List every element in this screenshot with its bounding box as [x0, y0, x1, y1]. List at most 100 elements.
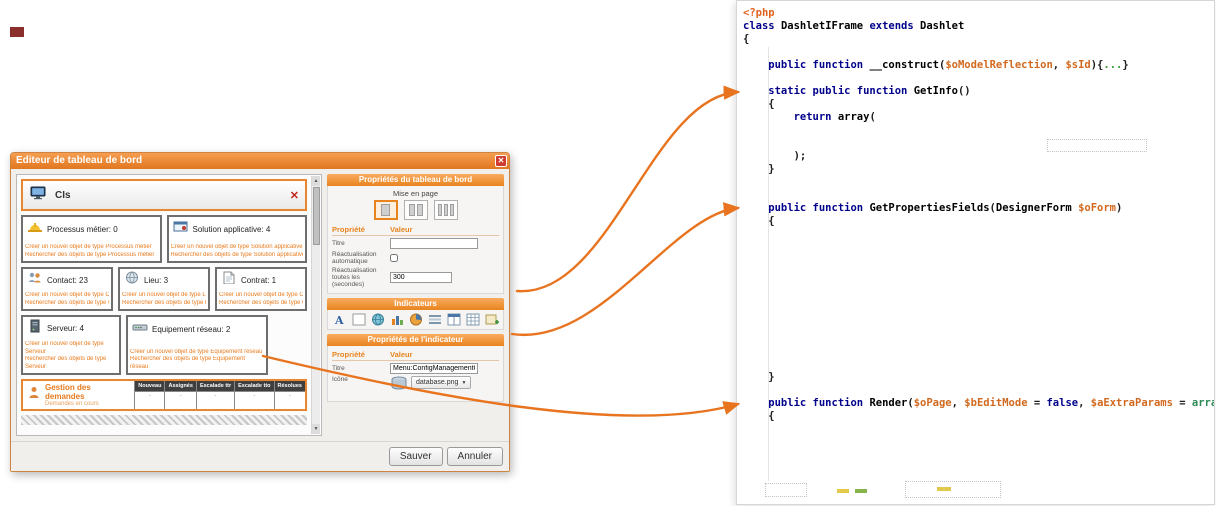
cancel-button[interactable]: Annuler: [447, 447, 503, 466]
code-line: [743, 423, 1214, 436]
close-icon[interactable]: ✕: [495, 155, 507, 167]
hardhat-icon: [27, 220, 43, 238]
scroll-up-icon[interactable]: ▲: [312, 176, 320, 186]
preview-scrollbar[interactable]: ▲ ▼: [311, 176, 320, 434]
yellow-mark-artifact: [937, 487, 951, 491]
location-icon: [124, 271, 140, 289]
auto-refresh-label: Réactualisation automatique: [332, 251, 390, 265]
create-link[interactable]: Créer un nouvel objet de type Lieu: [122, 292, 206, 300]
request-status-column: Nouveau-: [134, 381, 164, 409]
code-line: }: [743, 371, 1214, 384]
pie-chart-dashlet-icon[interactable]: [407, 312, 424, 327]
tile-contrat[interactable]: Contrat: 1Créer un nouvel objet de type …: [215, 267, 307, 311]
layout-label: Mise en page: [332, 189, 499, 198]
screenshot-root: Editeur de tableau de bord ✕ CIs ✕ Proce…: [0, 0, 1216, 506]
web-dashlet-icon[interactable]: [369, 312, 386, 327]
code-line: [743, 345, 1214, 358]
bar-chart-dashlet-icon[interactable]: [388, 312, 405, 327]
code-line: static public function GetInfo(): [743, 85, 1214, 98]
tile-solution-applicative[interactable]: Solution applicative: 4Créer un nouvel o…: [167, 215, 308, 263]
requests-group-left: Gestion des demandes Demandes en cours: [23, 381, 134, 409]
column-header: Résolues: [275, 381, 305, 392]
table-dashlet-icon[interactable]: [464, 312, 481, 327]
badge-dashlet-icon[interactable]: [483, 312, 500, 327]
code-line: [743, 384, 1214, 397]
cis-group-tile[interactable]: CIs ✕: [21, 179, 307, 211]
remove-group-icon[interactable]: ✕: [290, 189, 299, 202]
search-link[interactable]: Rechercher des objets de type Equipement…: [130, 356, 264, 371]
dialog-titlebar[interactable]: Editeur de tableau de bord ✕: [11, 153, 509, 169]
code-line: [743, 176, 1214, 189]
dashboard-properties-header: Propriétés du tableau de bord: [327, 174, 504, 186]
request-status-column: Escalade ttr-: [196, 381, 234, 409]
indicator-properties-header: Propriétés de l'indicateur: [327, 334, 504, 346]
text-dashlet-icon[interactable]: A: [331, 312, 348, 327]
icon-dropdown[interactable]: database.png ▼: [411, 376, 471, 389]
save-button[interactable]: Sauver: [389, 447, 443, 466]
tile-lieu[interactable]: Lieu: 3Créer un nouvel objet de type Lie…: [118, 267, 210, 311]
requests-group-tile[interactable]: Gestion des demandes Demandes en cours N…: [21, 379, 307, 411]
create-link[interactable]: Créer un nouvel objet de type Serveur: [25, 341, 117, 356]
blank-dashlet-icon[interactable]: [350, 312, 367, 327]
scroll-down-icon[interactable]: ▼: [312, 424, 320, 434]
tile-label: Contact: 23: [47, 276, 88, 285]
refresh-seconds-input[interactable]: [390, 272, 452, 283]
indicators-section: Indicateurs A: [327, 298, 504, 330]
indicator-title-input[interactable]: [390, 363, 478, 374]
code-line: [743, 46, 1214, 59]
request-status-column: Résolues-: [274, 381, 305, 409]
scrollbar-thumb[interactable]: [313, 187, 320, 245]
columns-dashlet-icon[interactable]: [445, 312, 462, 327]
code-line: [743, 436, 1214, 449]
property-table-header: Propriété Valeur: [332, 224, 499, 236]
dashboard-title-input[interactable]: [390, 238, 478, 249]
property-column-label: Propriété: [332, 350, 390, 359]
search-link[interactable]: Rechercher des objets de type Processus …: [25, 252, 158, 260]
code-line: {: [743, 98, 1214, 111]
refresh-seconds-label: Réactualisation toutes les (secondes): [332, 267, 390, 288]
database-icon: [390, 376, 408, 396]
auto-refresh-checkbox[interactable]: [390, 254, 398, 262]
value-column-label: Valeur: [390, 350, 413, 359]
layout-option-one-column[interactable]: [374, 200, 398, 220]
list-dashlet-icon[interactable]: [426, 312, 443, 327]
contract-icon: [221, 271, 237, 289]
create-link[interactable]: Créer un nouvel objet de type Contrat: [219, 292, 303, 300]
tile-label: Serveur: 4: [47, 324, 84, 333]
property-column-label: Propriété: [332, 225, 390, 234]
code-line: [743, 241, 1214, 254]
column-header: Nouveau: [135, 381, 164, 392]
green-mark-artifact: [855, 489, 867, 493]
tile-label: Processus métier: 0: [47, 225, 118, 234]
dashboard-editor-dialog: Editeur de tableau de bord ✕ CIs ✕ Proce…: [10, 152, 510, 472]
code-placeholder-artifact: [905, 481, 1001, 498]
tile-processus-metier[interactable]: Processus métier: 0 Créer un nouvel objet…: [21, 215, 162, 263]
code-line: [743, 306, 1214, 319]
create-link[interactable]: Créer un nouvel objet de type Equipement…: [130, 349, 264, 357]
code-editor[interactable]: <?phpclass DashletIFrame extends Dashlet…: [736, 0, 1215, 505]
search-link[interactable]: Rechercher des objets de type Solution a…: [171, 252, 304, 260]
layout-option-three-columns[interactable]: [434, 200, 458, 220]
create-link[interactable]: Créer un nouvel objet de type Processus …: [25, 244, 158, 252]
column-value: -: [165, 392, 195, 409]
dashlet-toolbar: A: [327, 310, 504, 330]
column-value: -: [135, 392, 164, 409]
create-link[interactable]: Créer un nouvel objet de type Solution a…: [171, 244, 304, 252]
create-link[interactable]: Créer un nouvel objet de type Contact: [25, 292, 109, 300]
code-line: public function GetPropertiesFields(Desi…: [743, 202, 1214, 215]
code-lines: <?phpclass DashletIFrame extends Dashlet…: [743, 7, 1214, 501]
layout-option-two-columns[interactable]: [404, 200, 428, 220]
column-header: Escalade tto: [235, 381, 273, 392]
indicators-header: Indicateurs: [327, 298, 504, 310]
search-link[interactable]: Rechercher des objets de type Contrat: [219, 300, 303, 308]
search-link[interactable]: Rechercher des objets de type Lieu: [122, 300, 206, 308]
search-link[interactable]: Rechercher des objets de type Contact: [25, 300, 109, 308]
tile-contact[interactable]: Contact: 23 Créer un nouvel objet de type…: [21, 267, 113, 311]
tile-equipement-reseau[interactable]: Equipement réseau: 2 Créer un nouvel obje…: [126, 315, 268, 375]
tile-label: Equipement réseau: 2: [152, 325, 230, 334]
search-link[interactable]: Rechercher des objets de type Serveur: [25, 356, 117, 371]
indicator-icon-label: Icône: [332, 376, 390, 383]
request-status-column: Assignés-: [164, 381, 195, 409]
tile-serveur[interactable]: Serveur: 4 Créer un nouvel objet de type …: [21, 315, 121, 375]
code-line: public function __construct($oModelRefle…: [743, 59, 1214, 72]
